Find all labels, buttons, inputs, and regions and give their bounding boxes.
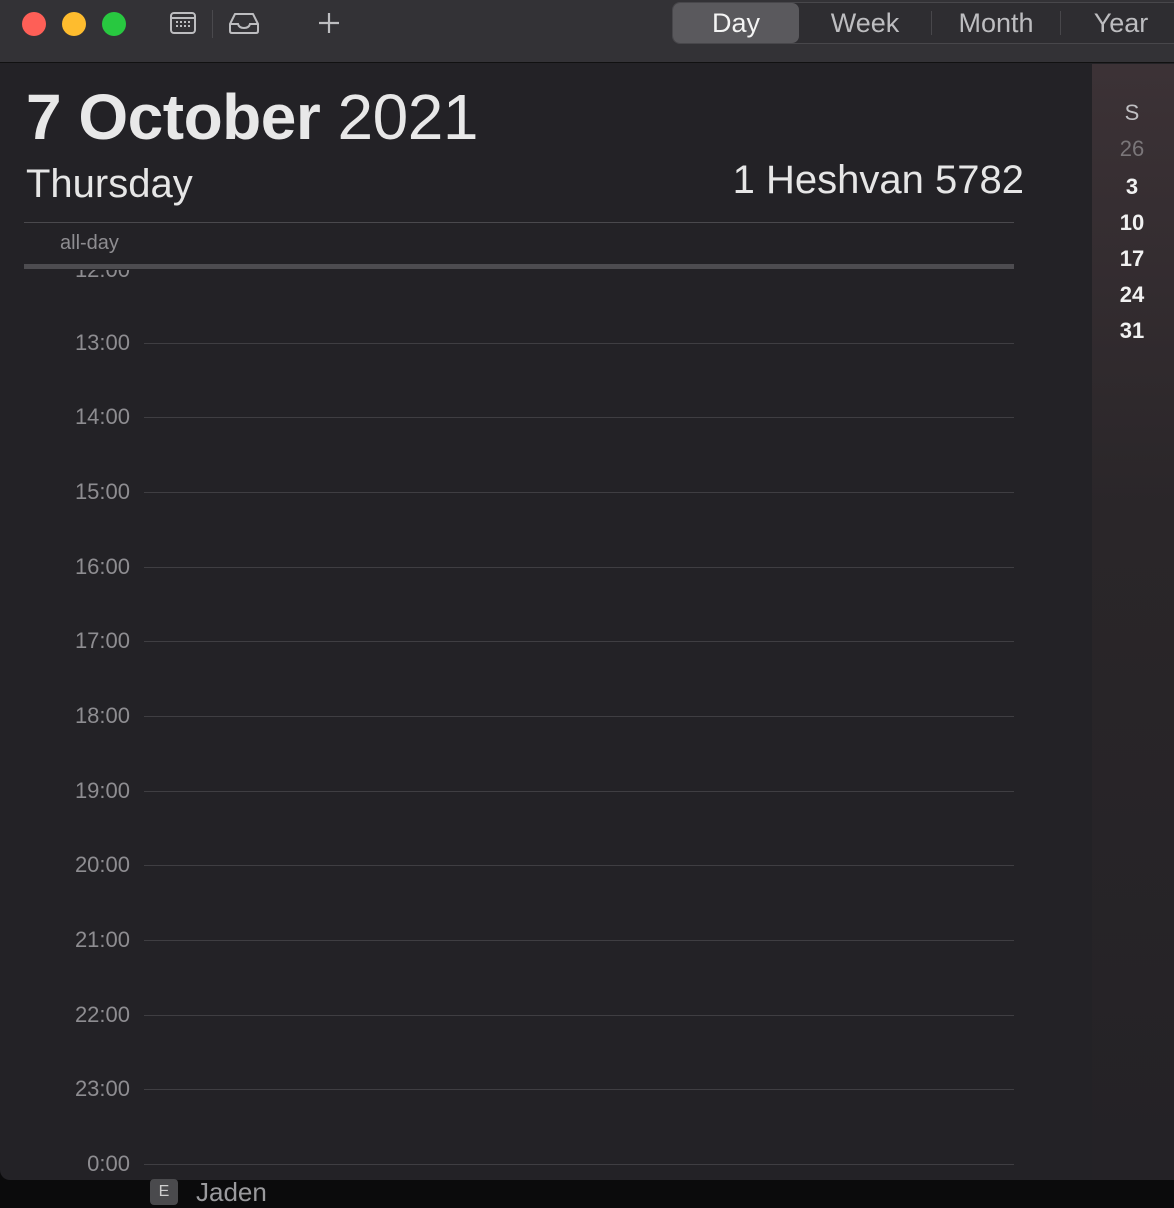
hour-row: 16:00 — [0, 554, 1090, 579]
tab-day[interactable]: Day — [673, 3, 799, 43]
alternate-calendar-date: 1 Heshvan 5782 — [732, 158, 1024, 202]
hour-label: 18:00 — [74, 703, 130, 728]
toolbar: Day Week Month Year — [0, 0, 1174, 63]
weekday-label: Thursday — [26, 162, 193, 206]
mini-calendar-day[interactable]: 31 — [1092, 318, 1172, 344]
hour-row: 22:00 — [0, 1002, 1090, 1027]
toolbar-separator — [212, 10, 213, 38]
item-label: Jaden — [196, 1176, 267, 1207]
hour-row: 15:00 — [0, 479, 1090, 504]
hour-label: 0:00 — [87, 1151, 130, 1176]
hour-label: 12:00 — [0, 270, 130, 283]
hour-row: 19:00 — [0, 778, 1090, 803]
hour-label: 15:00 — [74, 479, 130, 504]
hour-row: 18:00 — [0, 703, 1090, 728]
calendar-list-icon[interactable] — [168, 8, 198, 38]
plus-icon[interactable] — [314, 8, 344, 38]
hour-label: 13:00 — [74, 330, 130, 355]
hour-label: 19:00 — [74, 778, 130, 803]
hour-label: 17:00 — [74, 628, 130, 653]
background-list-item[interactable]: E Jaden — [150, 1176, 267, 1207]
tab-week[interactable]: Week — [799, 3, 931, 43]
hour-label: 21:00 — [74, 927, 130, 952]
tab-month[interactable]: Month — [932, 3, 1060, 43]
all-day-label: all-day — [60, 232, 119, 254]
tab-year[interactable]: Year — [1061, 3, 1174, 43]
item-badge: E — [150, 1179, 178, 1205]
mini-calendar-day[interactable]: 24 — [1092, 282, 1172, 308]
close-button[interactable] — [22, 12, 46, 36]
hour-row: 13:00 — [0, 330, 1090, 355]
hour-row: 23:00 — [0, 1076, 1090, 1101]
hour-row: 20:00 — [0, 852, 1090, 877]
year-label: 2021 — [337, 81, 479, 153]
hour-label: 23:00 — [74, 1076, 130, 1101]
date-label: 7 October — [26, 81, 321, 153]
hour-label: 20:00 — [74, 852, 130, 877]
mini-calendar-day[interactable]: 3 — [1092, 174, 1172, 200]
hour-label: 22:00 — [74, 1002, 130, 1027]
mini-calendar-day[interactable]: 10 — [1092, 210, 1172, 236]
hour-row: 17:00 — [0, 628, 1090, 653]
day-timeline[interactable]: 12:00 13:00 14:00 15:00 16:00 17:00 18:0… — [0, 270, 1090, 1180]
inbox-icon[interactable] — [226, 8, 262, 38]
page-title: 7 October 2021 — [26, 80, 478, 154]
mini-calendar: S 26 3 10 17 24 31 — [1092, 64, 1174, 1180]
hour-row: 21:00 — [0, 927, 1090, 952]
hour-label: 16:00 — [74, 554, 130, 579]
hour-row: 12:00 — [0, 270, 1090, 282]
all-day-area[interactable] — [24, 264, 1014, 269]
hour-row: 14:00 — [0, 404, 1090, 429]
mini-calendar-day[interactable]: 17 — [1092, 246, 1172, 272]
zoom-button[interactable] — [102, 12, 126, 36]
hour-label: 14:00 — [74, 404, 130, 429]
minimize-button[interactable] — [62, 12, 86, 36]
view-switcher: Day Week Month Year — [672, 2, 1174, 44]
weekday-header: S — [1124, 100, 1140, 125]
calendar-window: Day Week Month Year 7 October 2021 Thurs… — [0, 0, 1174, 1180]
mini-calendar-day[interactable]: 26 — [1092, 136, 1172, 162]
header-divider — [24, 222, 1014, 223]
hour-row: 0:00 — [0, 1151, 1090, 1176]
